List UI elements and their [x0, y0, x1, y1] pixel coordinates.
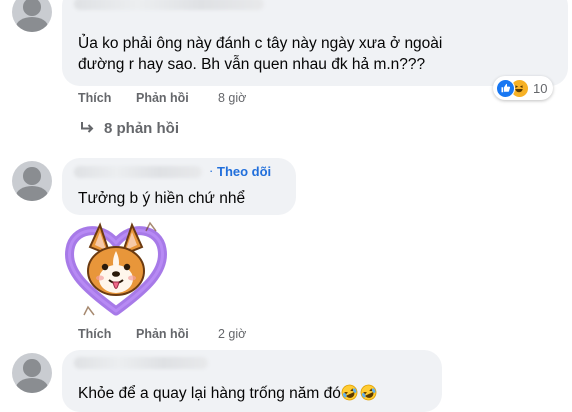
view-replies-link[interactable]: 8 phản hồi	[78, 119, 179, 137]
like-icon	[496, 78, 515, 98]
reaction-summary[interactable]: 10	[493, 76, 554, 100]
follow-button[interactable]: Theo dõi	[217, 164, 271, 179]
rofl-emoji-icon	[341, 384, 358, 401]
reply-button[interactable]: Phản hồi	[136, 327, 189, 341]
like-button[interactable]: Thích	[78, 327, 111, 341]
comment-text: Tưởng b ý hiền chứ nhể	[78, 190, 246, 207]
avatar[interactable]	[12, 161, 52, 201]
comment-text: đường r hay sao. Bh vẫn quen nhau đk hả …	[78, 56, 426, 73]
reply-button[interactable]: Phản hồi	[136, 91, 189, 105]
rofl-emoji-icon	[360, 384, 377, 401]
commenter-name[interactable]	[74, 0, 264, 10]
like-button[interactable]: Thích	[78, 91, 111, 105]
avatar[interactable]	[12, 353, 52, 393]
comment-text-content: Khỏe để a quay lại hàng trống năm đó	[78, 385, 341, 402]
comment-text: Ủa ko phải ông này đánh c tây này ngày x…	[78, 35, 443, 52]
avatar[interactable]	[12, 0, 52, 32]
reaction-count: 10	[533, 80, 548, 96]
commenter-name[interactable]	[74, 166, 202, 178]
commenter-name[interactable]	[74, 357, 208, 369]
replies-count-label: 8 phản hồi	[104, 119, 179, 137]
comment-timestamp[interactable]: 8 giờ	[218, 91, 246, 105]
comment-timestamp[interactable]: 2 giờ	[218, 327, 246, 341]
corgi-heart-sticker[interactable]	[60, 219, 172, 321]
comment-text: Khỏe để a quay lại hàng trống năm đó	[78, 383, 377, 404]
reply-arrow-icon	[78, 119, 98, 137]
dot-separator: ·	[209, 163, 214, 178]
